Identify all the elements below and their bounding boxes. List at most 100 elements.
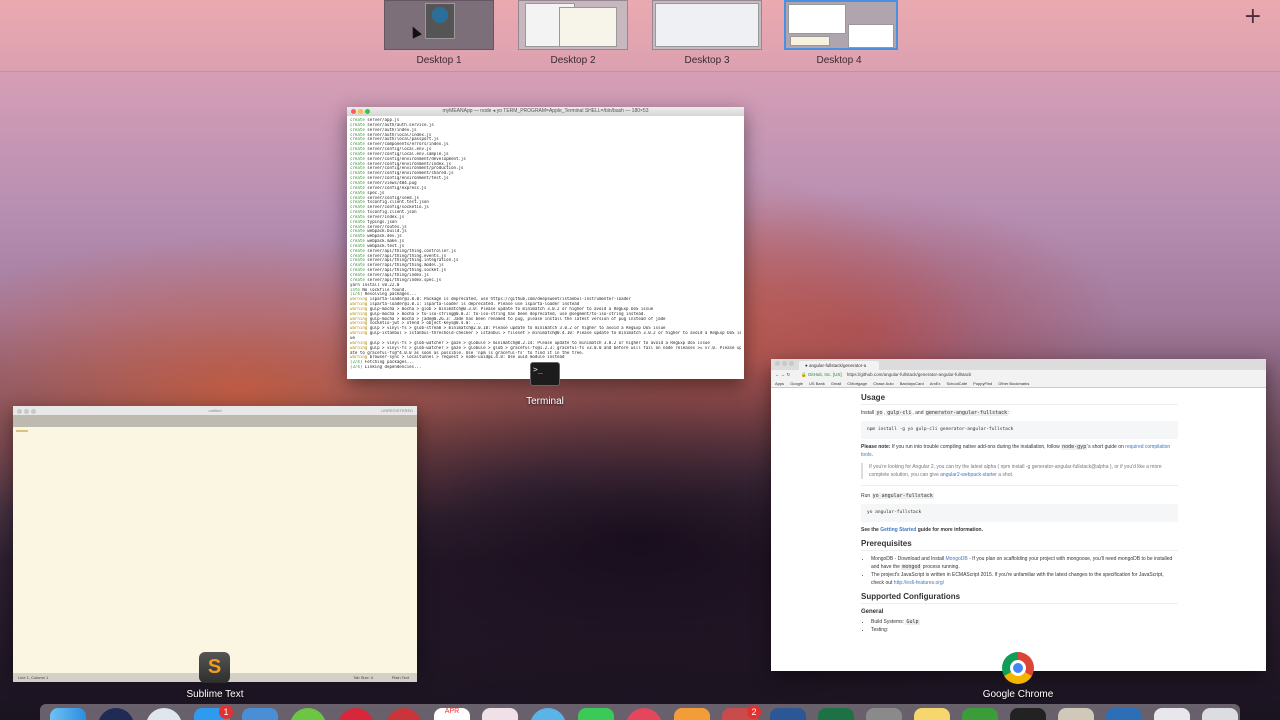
desktop-3-thumbnail[interactable]: Desktop 3 <box>652 0 762 66</box>
vscode-icon[interactable] <box>1106 708 1142 720</box>
install-text: Install yo, gulp-cli, and generator-angu… <box>861 410 1010 416</box>
spaces-bar: Desktop 1 Desktop 2 Desktop 3 Desktop 4 … <box>0 0 1280 72</box>
chrome-tab[interactable]: ● angular-fullstack/generator-a <box>799 361 879 370</box>
system-updates-icon[interactable]: 2 <box>722 705 761 720</box>
bookmark-item[interactable]: Other Bookmarks <box>998 381 1029 386</box>
bookmark-item[interactable]: Chase Auto <box>873 381 894 386</box>
getting-started-link[interactable]: Getting Started <box>880 527 916 533</box>
sublime-unregistered: UNREGISTERED <box>381 408 413 413</box>
terminal-window[interactable]: myMEANApp — node ◂ yo TERM_PROGRAM=Apple… <box>347 107 744 379</box>
sublime-status-position: Line 1, Column 1 <box>18 675 49 680</box>
bookmark-item[interactable]: US Bank <box>809 381 825 386</box>
app-store-badge: 1 <box>219 705 233 719</box>
lock-icon: 🔒 <box>801 372 807 377</box>
sublime-app-label: Sublime Text <box>186 689 244 700</box>
desktop-1-label: Desktop 1 <box>416 55 462 66</box>
bookmark-item[interactable]: AmEx <box>930 381 941 386</box>
messages-icon[interactable] <box>290 708 326 720</box>
chrome-tabbar[interactable]: ● angular-fullstack/generator-a <box>771 359 1266 370</box>
sublime-tabbar[interactable] <box>13 415 417 427</box>
desktop-2-label: Desktop 2 <box>550 55 596 66</box>
terminal-dock-icon[interactable] <box>1010 708 1046 720</box>
see-text: See the Getting Started guide for more i… <box>861 527 983 533</box>
trash-icon[interactable] <box>1202 708 1238 720</box>
facetime-icon[interactable] <box>530 708 566 720</box>
terminal-titlebar[interactable]: myMEANApp — node ◂ yo TERM_PROGRAM=Apple… <box>347 107 744 116</box>
sublime-app-icon[interactable]: S <box>199 652 230 683</box>
mongodb-link[interactable]: MongoDB <box>946 556 968 562</box>
ibooks-icon[interactable] <box>674 708 710 720</box>
money-icon[interactable] <box>962 708 998 720</box>
app-store-icon[interactable]: 1 <box>194 705 233 720</box>
bookmark-item[interactable]: CMortgage <box>847 381 867 386</box>
excel-icon[interactable] <box>818 708 854 720</box>
calendar-icon[interactable]: APR <box>434 708 470 720</box>
notes-icon[interactable] <box>914 708 950 720</box>
angular2-note: If you're looking for Angular 2, you can… <box>861 463 1178 479</box>
es6-features-link[interactable]: http://es6-features.org/ <box>894 580 944 586</box>
downloads-icon[interactable] <box>1154 708 1190 720</box>
terminal-title: myMEANApp — node ◂ yo TERM_PROGRAM=Apple… <box>442 108 649 114</box>
prereq-list: MongoDB - Download and Install MongoDB -… <box>861 555 1178 587</box>
desktop-2-thumbnail[interactable]: Desktop 2 <box>518 0 628 66</box>
usage-heading: Usage <box>861 394 1178 405</box>
sublime-editor[interactable] <box>13 427 417 673</box>
run-text: Run yo angular-fullstack <box>861 493 934 499</box>
url-text[interactable]: https://github.com/angular-fullstack/gen… <box>847 372 971 377</box>
sublime-window[interactable]: untitled UNREGISTERED Line 1, Column 1 T… <box>13 406 417 682</box>
terminal-app-icon[interactable]: >_ <box>530 362 560 386</box>
numbers-icon[interactable] <box>578 708 614 720</box>
bookmark-item[interactable]: Google <box>790 381 803 386</box>
chrome-app-icon[interactable] <box>1002 652 1034 684</box>
sublime-titlebar[interactable]: untitled UNREGISTERED <box>13 406 417 415</box>
bookmark-item[interactable]: PuppyFind <box>973 381 992 386</box>
word-icon[interactable] <box>770 708 806 720</box>
terminal-line: warning gulp-istanbul > istanbul-thresho… <box>350 331 741 336</box>
desktop-3-label: Desktop 3 <box>684 55 730 66</box>
sublime-status-tabsize[interactable]: Tab Size: 4 <box>353 673 373 682</box>
preview-icon[interactable] <box>1058 708 1094 720</box>
sublime-status-syntax[interactable]: Plain Text <box>392 673 409 682</box>
photos-icon[interactable] <box>482 708 518 720</box>
chrome-window[interactable]: ● angular-fullstack/generator-a ← → ↻ 🔒 … <box>771 359 1266 671</box>
chrome-bookmarks-bar: Apps Google US Bank Gmail CMortgage Chase Aut… <box>771 380 1266 388</box>
terminal-output[interactable]: create server/app.js create server/auth/a… <box>347 116 744 379</box>
chrome-page-content[interactable]: Usage Install yo, gulp-cli, and generato… <box>771 388 1266 671</box>
run-command[interactable]: yo angular-fullstack <box>861 504 1178 522</box>
bookmark-item[interactable]: SchoolCafé <box>946 381 967 386</box>
add-desktop-button[interactable]: + <box>1244 4 1262 29</box>
bookmark-item[interactable]: BarclaysCard <box>900 381 924 386</box>
finder-icon[interactable] <box>50 708 86 720</box>
desktop-4-label: Desktop 4 <box>816 55 862 66</box>
itunes-icon[interactable] <box>626 708 662 720</box>
launchpad-icon[interactable] <box>98 708 134 720</box>
dock: 1 APR 2 <box>40 704 1240 720</box>
general-heading: General <box>861 609 884 615</box>
desktop-1-thumbnail[interactable]: Desktop 1 <box>384 0 494 66</box>
music-icon[interactable] <box>338 708 374 720</box>
note-text: Please note: If you run into trouble com… <box>861 444 1171 458</box>
install-command[interactable]: npm install -g yo gulp-cli generator-ang… <box>861 421 1178 439</box>
sublime-title: untitled <box>208 408 222 413</box>
angular2-webpack-link[interactable]: angular2-webpack-starter <box>940 472 997 478</box>
desktop-4-thumbnail[interactable]: Desktop 4 <box>784 0 898 66</box>
list-item: Build Systems: Gulp <box>871 618 1178 626</box>
chrome-tab-title: angular-fullstack/generator-a <box>808 363 867 368</box>
list-item: MongoDB - Download and Install MongoDB -… <box>871 555 1178 571</box>
bookmark-item[interactable]: Gmail <box>831 381 841 386</box>
list-item: The project's JavaScript is written in E… <box>871 571 1178 587</box>
chrome-address-bar[interactable]: ← → ↻ 🔒 GitHub, Inc. [US] https://github… <box>771 370 1266 380</box>
back-icon[interactable]: ← → ↻ <box>775 370 790 380</box>
url-owner: GitHub, Inc. [US] <box>807 372 842 377</box>
safari-icon[interactable] <box>146 708 182 720</box>
prereq-heading: Prerequisites <box>861 540 1178 551</box>
terminal-app-label: Terminal <box>526 396 564 407</box>
mail-icon[interactable] <box>242 708 278 720</box>
updates-badge: 2 <box>747 705 761 719</box>
general-list: Build Systems: Gulp Testing: <box>861 618 1178 634</box>
system-preferences-icon[interactable] <box>866 708 902 720</box>
list-item: Testing: <box>871 626 1178 634</box>
supported-heading: Supported Configurations <box>861 593 1178 604</box>
news-icon[interactable] <box>386 708 422 720</box>
bookmark-item[interactable]: Apps <box>775 381 784 386</box>
